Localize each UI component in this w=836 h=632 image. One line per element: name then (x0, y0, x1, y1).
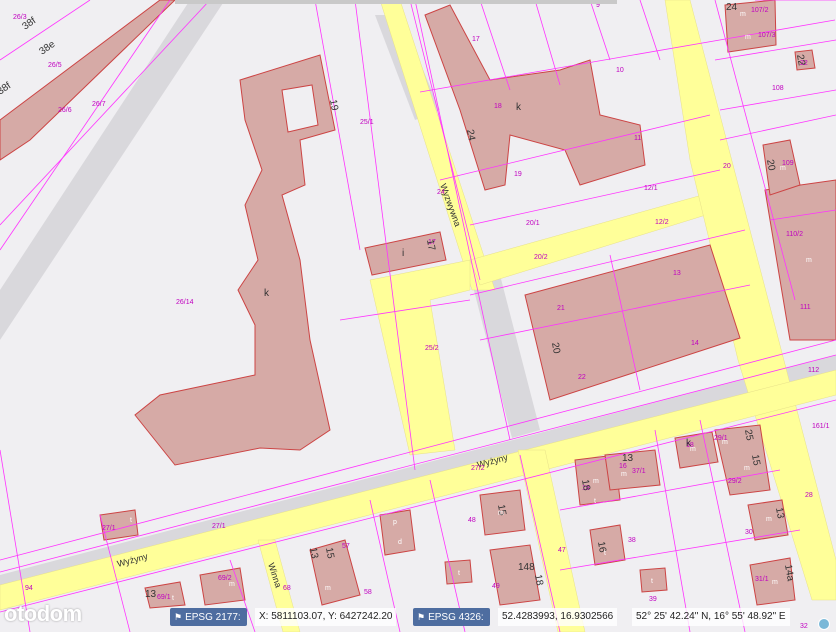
building-mark: t (594, 498, 596, 505)
building-mark: m (806, 257, 812, 264)
parcel-label: 12/2 (655, 219, 669, 226)
dms-value: 52° 25' 42.24" N, 16° 55' 48.92" E (632, 608, 790, 626)
parcel-label: 20 (723, 163, 731, 170)
building-mark: p (393, 519, 397, 526)
building-mark: m (690, 446, 696, 453)
otodom-logo: otodom (4, 601, 82, 626)
building-label: 24 (726, 2, 738, 13)
building-mark: m (740, 11, 746, 18)
parcel-label: 37/1 (632, 468, 646, 475)
parcel-label: 107/2 (751, 7, 769, 14)
building-mark: m (229, 581, 235, 588)
parcel-label: 38 (628, 537, 636, 544)
building-mark: m (325, 585, 331, 592)
building-mark: m (772, 579, 778, 586)
epsg-4326-value: 52.4283993, 16.9302566 (498, 608, 618, 626)
parcel-label: 25/2 (425, 345, 439, 352)
parcel-label: 57 (342, 543, 350, 550)
parcel-label: 94 (25, 585, 33, 592)
building-mark: m (744, 465, 750, 472)
parcel-label: 20/1 (526, 220, 540, 227)
parcel-label: 27/1 (102, 525, 116, 532)
parcel-label: 107/3 (758, 32, 776, 39)
flag-icon: ⚑ (417, 612, 426, 622)
building-label: i (402, 248, 404, 259)
globe-icon[interactable] (818, 618, 830, 630)
parcel-label: 12/1 (644, 185, 658, 192)
building-mark: t (458, 570, 460, 577)
parcel-label: 29/2 (728, 478, 742, 485)
building-mark: d (398, 539, 402, 546)
parcel-label: 16 (619, 463, 627, 470)
building-mark: t (130, 517, 132, 524)
parcel-label: 47 (558, 547, 566, 554)
building-mark: m (780, 165, 786, 172)
parcel-label: 24 (437, 189, 445, 196)
parcel-label: 48 (468, 517, 476, 524)
parcel-label: 68 (283, 585, 291, 592)
flag-icon: ⚑ (174, 612, 183, 622)
building-mark: t (172, 595, 174, 602)
building-label: 13 (145, 589, 157, 600)
parcel-label: 25/1 (360, 119, 374, 126)
parcel-label: 18 (494, 103, 502, 110)
parcel-label: 11 (634, 135, 641, 142)
parcel-label: 111 (800, 304, 811, 311)
parcel-label: 14 (691, 340, 699, 347)
parcel-label: 31/1 (755, 576, 769, 583)
parcel-label: 19 (514, 171, 522, 178)
epsg-2177-button[interactable]: ⚑ EPSG 2177: (170, 608, 247, 626)
coordinate-bar: ⚑ EPSG 2177: X: 5811103.07, Y: 6427242.20… (0, 605, 836, 632)
parcel-label: 13 (673, 270, 681, 277)
epsg-2177-value: X: 5811103.07, Y: 6427242.20 (255, 608, 397, 626)
parcel-label: 110/2 (786, 231, 803, 238)
building-mark: t (604, 550, 606, 557)
parcel-label: 27/2 (471, 465, 485, 472)
parcel-label: 161/1 (812, 423, 830, 430)
building-mark: t (651, 578, 653, 585)
parcel-label: 28 (805, 492, 813, 499)
building-mark: m (745, 34, 751, 41)
parcel-label: 39 (649, 596, 657, 603)
parcel-label: 26/7 (92, 101, 106, 108)
building-mark: m (498, 510, 504, 517)
building-mark: m (593, 478, 599, 485)
building-mark: m (766, 516, 772, 523)
epsg-4326-button[interactable]: ⚑ EPSG 4326: (413, 608, 490, 626)
parcel-label: 17 (472, 36, 480, 43)
parcel-label: 108 (772, 85, 784, 92)
parcel-label: 26/14 (176, 299, 194, 306)
parcel-label: 26/5 (48, 62, 62, 69)
building-mark: m (722, 439, 728, 446)
parcel-label: 21 (557, 305, 565, 312)
parcel-label: 58 (364, 589, 372, 596)
map-canvas[interactable]: Wyzwywna Wyżyny Wyżyny Winna 26/3 26/5 2… (0, 0, 836, 632)
epsg-4326-label: EPSG 4326: (428, 612, 484, 623)
parcel-label: 10 (616, 67, 624, 74)
parcel-label: 49 (492, 583, 500, 590)
parcel-label: 27/1 (212, 523, 226, 530)
building-mark: m (621, 471, 627, 478)
epsg-2177-label: EPSG 2177: (185, 612, 241, 623)
parcel-label: 112 (808, 367, 819, 374)
parcel-label: 26/6 (58, 107, 72, 114)
parcel-label: 30 (745, 529, 753, 536)
parcel-label: 22 (578, 374, 586, 381)
top-toolbar-strip (175, 0, 617, 4)
building-label: 13 (622, 453, 634, 464)
parcel-label: 20/2 (534, 254, 548, 261)
parcel-label: 69/1 (157, 594, 171, 601)
building-label: 148 (518, 562, 535, 573)
